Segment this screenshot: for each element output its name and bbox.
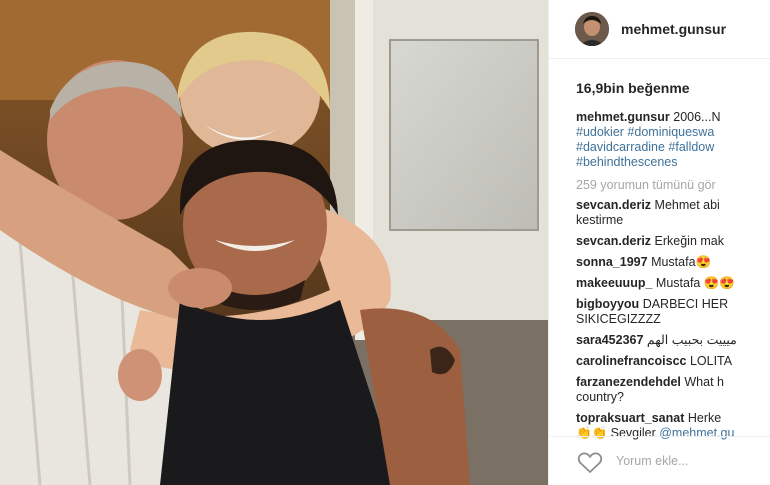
hashtag-line[interactable]: #davidcarradine #falldow bbox=[576, 140, 770, 155]
comment-text: Erkeğin mak bbox=[654, 234, 725, 248]
comment-username[interactable]: bigboyyou bbox=[576, 297, 639, 311]
comment-text: Mustafa 😍😍 bbox=[655, 276, 735, 290]
comment-footer: Yorum ekle... bbox=[549, 436, 770, 485]
comment-username[interactable]: sara452367 bbox=[576, 333, 643, 347]
comment-item: sevcan.deriz Mehmet abi kestirme bbox=[576, 198, 770, 228]
comment-item: carolinefrancoiscc LOLITA bbox=[576, 354, 770, 369]
comment-item: sara452367 ميييت بحبيب الهم bbox=[576, 333, 770, 348]
comment-text: kestirme bbox=[576, 213, 624, 227]
comment-username[interactable]: sevcan.deriz bbox=[576, 198, 651, 212]
view-all-comments-link[interactable]: 259 yorumun tümünü gör bbox=[576, 178, 770, 193]
comment-item: sonna_1997 Mustafa😍 bbox=[576, 255, 770, 270]
comment-item: sevcan.deriz Erkeğin mak bbox=[576, 234, 770, 249]
heart-outline-icon-svg bbox=[577, 452, 603, 473]
post-photo-image bbox=[0, 0, 548, 485]
comment-item: bigboyyou DARBECI HER SIKICEGIZZZZ bbox=[576, 297, 770, 327]
comment-username[interactable]: makeeuuup_ bbox=[576, 276, 652, 290]
comment-username[interactable]: topraksuart_sanat bbox=[576, 411, 684, 425]
likes-count[interactable]: 16,9bin beğenme bbox=[576, 80, 690, 96]
post-photo[interactable] bbox=[0, 0, 548, 485]
caption: mehmet.gunsur 2006...N bbox=[576, 110, 770, 125]
header-username[interactable]: mehmet.gunsur bbox=[621, 21, 726, 37]
comment-item: makeeuuup_ Mustafa 😍😍 bbox=[576, 276, 770, 291]
comment-text: country? bbox=[576, 390, 624, 404]
comment-text: Mustafa😍 bbox=[651, 255, 712, 269]
caption-text: 2006...N bbox=[673, 110, 721, 124]
hashtag-line[interactable]: #behindthescenes bbox=[576, 155, 770, 170]
avatar[interactable] bbox=[575, 12, 609, 46]
comment-text: ميييت بحبيب الهم bbox=[646, 333, 737, 347]
comment-item: farzanezendehdel What h country? bbox=[576, 375, 770, 405]
comment-text: What h bbox=[684, 375, 724, 389]
post-sidebar: mehmet.gunsur 16,9bin beğenme mehmet.gun… bbox=[548, 0, 770, 485]
comment-username[interactable]: farzanezendehdel bbox=[576, 375, 681, 389]
heart-outline-icon[interactable] bbox=[577, 452, 603, 479]
comment-text: Mehmet abi bbox=[654, 198, 720, 212]
comment-username[interactable]: sevcan.deriz bbox=[576, 234, 651, 248]
comment-text: DARBECI HER bbox=[642, 297, 729, 311]
comment-username[interactable]: sonna_1997 bbox=[576, 255, 648, 269]
avatar-image bbox=[575, 12, 609, 46]
hashtag-line[interactable]: #udokier #dominiqueswa bbox=[576, 125, 770, 140]
caption-username[interactable]: mehmet.gunsur bbox=[576, 110, 670, 124]
comment-username[interactable]: carolinefrancoiscc bbox=[576, 354, 686, 368]
comment-text: Herke bbox=[687, 411, 722, 425]
instagram-post: mehmet.gunsur 16,9bin beğenme mehmet.gun… bbox=[0, 0, 770, 485]
add-comment-input[interactable]: Yorum ekle... bbox=[616, 454, 689, 468]
comment-text: SIKICEGIZZZZ bbox=[576, 312, 661, 326]
post-header: mehmet.gunsur bbox=[549, 0, 770, 59]
comment-text: LOLITA bbox=[689, 354, 733, 368]
comments-list: mehmet.gunsur 2006...N #udokier #dominiq… bbox=[576, 110, 770, 441]
